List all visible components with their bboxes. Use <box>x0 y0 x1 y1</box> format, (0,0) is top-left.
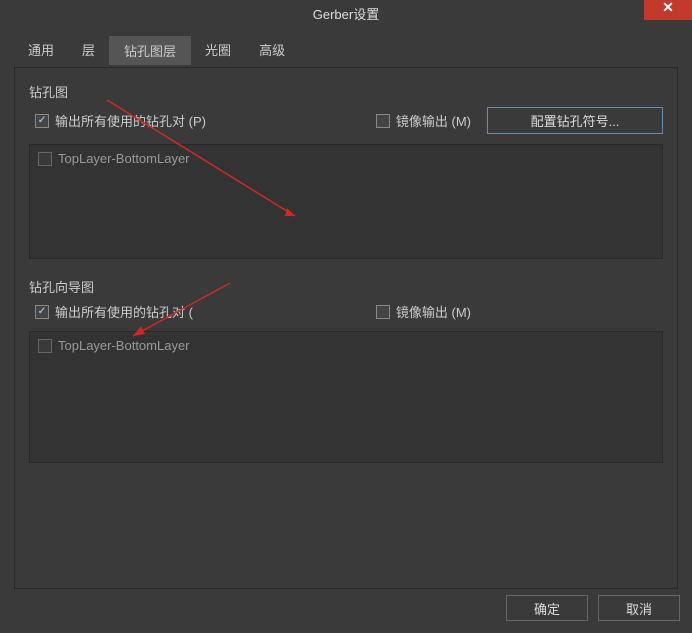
drill-plot-group-label: 钻孔图 <box>29 82 663 101</box>
tab-advanced[interactable]: 高级 <box>245 36 299 65</box>
drill-guide-mirror-checkbox[interactable] <box>376 305 390 319</box>
drill-plot-output-all-label[interactable]: 输出所有使用的钻孔对 (P) <box>55 111 206 130</box>
close-button[interactable]: ✕ <box>644 0 692 20</box>
title-bar: Gerber设置 ✕ <box>0 0 692 26</box>
drill-guide-group-label: 钻孔向导图 <box>29 277 663 296</box>
footer-buttons: 确定 取消 <box>506 595 680 621</box>
drill-guide-listbox[interactable]: TopLayer-BottomLayer <box>29 331 663 463</box>
list-item-label: TopLayer-BottomLayer <box>58 151 190 166</box>
tab-strip: 通用 层 钻孔图层 光圈 高级 <box>14 36 692 65</box>
drill-guide-row: 输出所有使用的钻孔对 ( 镜像输出 (M) <box>29 302 663 321</box>
list-item-checkbox[interactable] <box>38 339 52 353</box>
drill-plot-listbox[interactable]: TopLayer-BottomLayer <box>29 144 663 259</box>
tab-layers[interactable]: 层 <box>68 36 109 65</box>
close-icon: ✕ <box>662 0 674 16</box>
list-item[interactable]: TopLayer-BottomLayer <box>38 149 654 168</box>
drill-guide-output-all-label[interactable]: 输出所有使用的钻孔对 ( <box>55 302 193 321</box>
drill-plot-mirror-checkbox[interactable] <box>376 114 390 128</box>
drill-plot-mirror-label[interactable]: 镜像输出 (M) <box>396 111 471 130</box>
tab-drill-layer[interactable]: 钻孔图层 <box>109 36 191 65</box>
configure-drill-symbols-button[interactable]: 配置钻孔符号... <box>487 107 663 134</box>
list-item-label: TopLayer-BottomLayer <box>58 338 190 353</box>
tab-general[interactable]: 通用 <box>14 36 68 65</box>
drill-guide-mirror-label[interactable]: 镜像输出 (M) <box>396 302 471 321</box>
list-item-checkbox[interactable] <box>38 152 52 166</box>
main-panel: 钻孔图 输出所有使用的钻孔对 (P) 镜像输出 (M) 配置钻孔符号... To… <box>14 67 678 589</box>
drill-guide-output-all-checkbox[interactable] <box>35 305 49 319</box>
list-item[interactable]: TopLayer-BottomLayer <box>38 336 654 355</box>
ok-button[interactable]: 确定 <box>506 595 588 621</box>
cancel-button[interactable]: 取消 <box>598 595 680 621</box>
window-title: Gerber设置 <box>313 4 379 23</box>
tab-aperture[interactable]: 光圈 <box>191 36 245 65</box>
drill-plot-output-all-checkbox[interactable] <box>35 114 49 128</box>
drill-plot-row: 输出所有使用的钻孔对 (P) 镜像输出 (M) 配置钻孔符号... <box>29 107 663 134</box>
